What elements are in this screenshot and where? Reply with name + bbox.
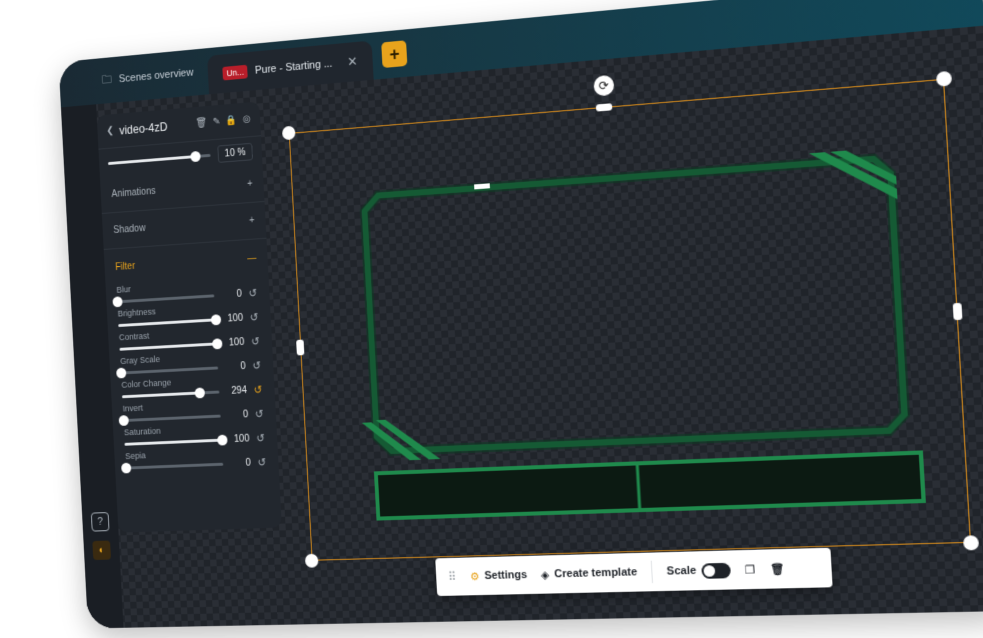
slider-knob[interactable]	[217, 434, 228, 446]
settings-button[interactable]: ⚙ Settings	[469, 568, 528, 583]
layers-icon: ◈	[540, 568, 550, 582]
close-icon[interactable]: ✕	[347, 54, 358, 71]
duplicate-button[interactable]: ❐	[745, 563, 756, 577]
filter-value: 100	[233, 433, 250, 445]
filter-slider[interactable]	[112, 294, 215, 308]
scale-toggle[interactable]	[700, 562, 731, 579]
filter-slider[interactable]	[122, 387, 220, 399]
lock-icon[interactable]: 🔒	[226, 115, 238, 127]
filter-slider[interactable]	[116, 366, 219, 379]
reset-icon[interactable]: ↺	[253, 408, 265, 421]
slider-fill	[107, 154, 196, 165]
filter-slider[interactable]	[119, 338, 223, 351]
slider-knob[interactable]	[112, 296, 123, 308]
frame-shadow	[364, 158, 906, 452]
scale-label: Scale	[666, 564, 697, 578]
resize-handle-top[interactable]	[595, 103, 613, 112]
app-window: 🗀 Scenes overview Un... Pure - Starting …	[58, 0, 983, 629]
opacity-slider[interactable]	[107, 150, 211, 165]
reset-icon[interactable]: ↺	[256, 456, 268, 469]
slider-fill	[119, 342, 217, 351]
opacity-input[interactable]: 10 %	[217, 142, 254, 163]
filter-value: 100	[228, 337, 245, 349]
resize-handle-right[interactable]	[952, 302, 963, 321]
reset-icon[interactable]: ↺	[249, 335, 261, 348]
plus-icon[interactable]: +	[249, 215, 255, 226]
section-label: Shadow	[113, 223, 146, 236]
toggle-knob	[703, 564, 716, 577]
filter-slider[interactable]	[124, 434, 228, 446]
reset-icon[interactable]: ↺	[248, 311, 260, 324]
reset-icon[interactable]: ↺	[252, 384, 264, 397]
filter-slider[interactable]	[121, 462, 224, 474]
slider-knob[interactable]	[210, 314, 222, 326]
slider-fill	[124, 438, 223, 446]
frame-outline	[364, 158, 906, 452]
delete-button[interactable]: 🗑	[770, 562, 785, 576]
minus-icon[interactable]: —	[247, 252, 257, 263]
slider-knob[interactable]	[121, 462, 132, 474]
filter-value: 0	[242, 409, 249, 421]
back-chevron-icon[interactable]: ❮	[106, 126, 114, 137]
slider-fill	[122, 391, 200, 399]
trash-icon[interactable]: 🗑	[196, 118, 208, 130]
eye-off-icon[interactable]: ◎	[243, 114, 252, 125]
reset-icon[interactable]: ↺	[247, 287, 259, 300]
element-name: video-4zD	[118, 119, 168, 137]
create-template-button[interactable]: ◈ Create template	[540, 566, 638, 582]
tab-label: Scenes overview	[118, 66, 194, 86]
drag-handle-icon[interactable]: ⠿	[447, 570, 456, 584]
slider-knob[interactable]	[190, 150, 201, 162]
resize-handle-top-left[interactable]	[281, 125, 296, 141]
filter-value: 294	[231, 385, 248, 397]
lower-third-outline	[376, 453, 924, 519]
create-template-label: Create template	[553, 566, 638, 581]
slider-knob[interactable]	[116, 367, 127, 379]
slider-knob[interactable]	[194, 387, 206, 399]
selection-box[interactable]: ⟳	[281, 70, 980, 568]
tab-label: Pure - Starting ...	[254, 57, 333, 77]
slider-knob[interactable]	[118, 415, 129, 426]
copy-icon: ❐	[744, 563, 756, 577]
filter-value: 0	[236, 288, 243, 300]
reset-icon[interactable]: ↺	[251, 359, 263, 372]
help-icon[interactable]: ?	[90, 512, 110, 532]
filter-slider[interactable]	[118, 314, 222, 327]
resize-handle-left[interactable]	[296, 339, 305, 356]
section-label: Animations	[111, 186, 156, 200]
filter-list: Blur 0 ↺ Brightness 100 ↺ Contrast 100 ↺ Gray Sca…	[106, 275, 279, 475]
filter-value: 0	[240, 361, 246, 373]
trash-icon: 🗑	[769, 562, 785, 576]
slider-knob[interactable]	[212, 338, 223, 350]
folder-icon: 🗀	[101, 73, 113, 87]
unsaved-badge: Un...	[222, 64, 248, 81]
reset-icon[interactable]: ↺	[255, 432, 267, 445]
filter-value: 100	[227, 312, 244, 325]
pencil-icon[interactable]: ✎	[213, 116, 221, 127]
lower-third-bar	[374, 450, 926, 520]
filter-slider[interactable]	[118, 414, 221, 426]
settings-label: Settings	[484, 568, 528, 583]
properties-panel: ❮ video-4zD 🗑 ✎ 🔒 ◎ 10 % Animations + Sh…	[96, 101, 282, 533]
section-label: Filter	[115, 260, 136, 273]
slider-fill	[118, 318, 216, 327]
toolbar-divider	[650, 560, 654, 584]
overlay-frame-graphic	[349, 146, 911, 463]
settings-icon[interactable]: ◐	[92, 540, 112, 561]
gear-icon: ⚙	[469, 570, 480, 583]
filter-value: 0	[245, 457, 252, 469]
plus-icon[interactable]: +	[247, 179, 253, 190]
add-tab-button[interactable]: +	[381, 40, 408, 69]
scale-control: Scale	[666, 562, 731, 579]
